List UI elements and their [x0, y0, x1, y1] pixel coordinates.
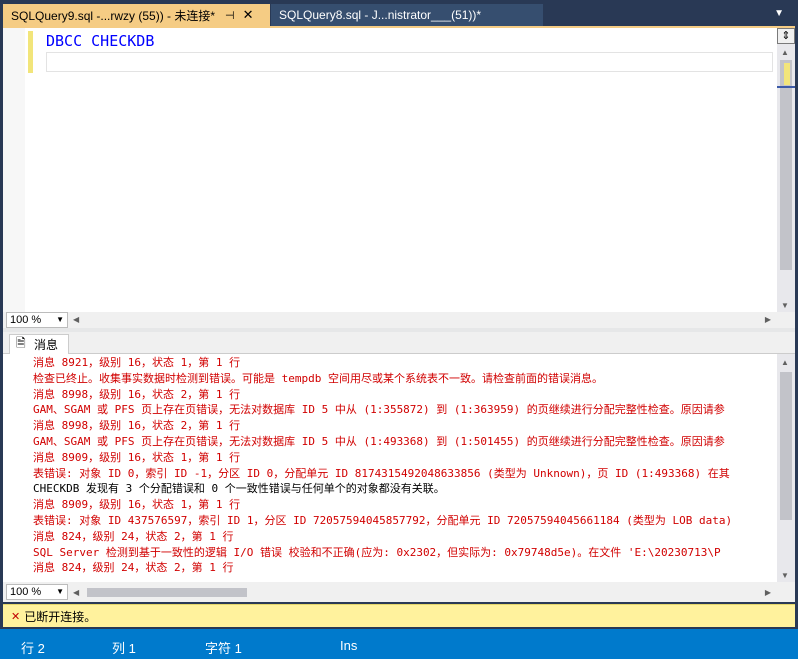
scroll-down-arrow-icon[interactable]: ▼: [781, 301, 789, 310]
pin-icon[interactable]: ⊣: [225, 9, 235, 22]
connection-status-bar: ✕ 已断开连接。: [3, 604, 795, 627]
results-tab-strip: 🗎 消息: [3, 332, 795, 354]
message-line: 消息 8909，级别 16，状态 1，第 1 行: [33, 450, 241, 464]
message-line: GAM、SGAM 或 PFS 页上存在页错误，无法对数据库 ID 5 中从 (1…: [33, 403, 725, 417]
status-column: 列 1: [112, 641, 136, 656]
status-insert-mode: Ins: [340, 638, 358, 653]
message-line: 表错误: 对象 ID 437576597，索引 ID 1，分区 ID 72057…: [33, 513, 733, 527]
split-view-icon[interactable]: ⇕: [777, 28, 795, 44]
connection-status-text: 已断开连接。: [24, 609, 97, 624]
status-line: 行 2: [21, 641, 45, 656]
editor-zoom-select[interactable]: 100 % ▼: [6, 312, 68, 328]
tab-messages-label: 消息: [34, 338, 59, 352]
scroll-left-arrow-icon[interactable]: ◀: [73, 588, 79, 597]
message-line: 消息 8921，级别 16，状态 1，第 1 行: [33, 356, 241, 369]
scroll-change-marker: [784, 63, 790, 85]
scroll-right-arrow-icon[interactable]: ▶: [765, 588, 771, 597]
scroll-right-arrow-icon[interactable]: ▶: [765, 315, 771, 324]
status-char: 字符 1: [205, 641, 242, 656]
tab-messages[interactable]: 🗎 消息: [9, 334, 70, 354]
tab-list-dropdown-icon[interactable]: ▼: [774, 8, 784, 19]
current-line-highlight: [46, 52, 773, 72]
message-line: 消息 8909，级别 16，状态 1，第 1 行: [33, 498, 241, 512]
results-zoom-value: 100 %: [10, 586, 42, 598]
editor-zoom-value: 100 %: [10, 314, 42, 326]
message-line: GAM、SGAM 或 PFS 页上存在页错误，无法对数据库 ID 5 中从 (1…: [33, 434, 725, 448]
message-line: 消息 8998，级别 16，状态 2，第 1 行: [33, 419, 241, 433]
scroll-down-arrow-icon[interactable]: ▼: [781, 571, 789, 580]
scroll-up-arrow-icon[interactable]: ▲: [781, 358, 789, 367]
messages-horizontal-scroll-thumb[interactable]: [87, 588, 247, 597]
disconnected-icon: ✕: [11, 610, 21, 623]
change-tracking-bar: [28, 31, 33, 73]
chevron-down-icon[interactable]: ▼: [56, 585, 64, 599]
editor-footer: 100 % ▼ ◀ ▶: [3, 312, 795, 328]
message-line: 消息 8998，级别 16，状态 2，第 1 行: [33, 387, 241, 401]
scroll-caret-marker: [777, 86, 795, 88]
document-tab-strip: SQLQuery9.sql -...rwzy (55)) - 未连接* ⊣ ✕ …: [0, 0, 798, 28]
message-line: 消息 824，级别 24，状态 2，第 1 行: [33, 561, 234, 575]
results-pane: 🗎 消息 消息 8921，级别 16，状态 1，第 1 行 检查已终止。收集事实…: [3, 332, 795, 602]
scroll-up-arrow-icon[interactable]: ▲: [781, 48, 789, 57]
editor-gutter: [3, 28, 25, 312]
messages-icon: 🗎: [16, 336, 26, 350]
message-line: SQL Server 检测到基于一致性的逻辑 I/O 错误 校验和不正确(应为:…: [33, 545, 721, 559]
messages-list[interactable]: 消息 8921，级别 16，状态 1，第 1 行 检查已终止。收集事实数据时检测…: [3, 354, 777, 582]
status-bar: 行 2 列 1 字符 1 Ins: [0, 629, 798, 659]
tab-sqlquery8-label: SQLQuery8.sql - J...nistrator___(51))*: [279, 8, 482, 22]
message-line: CHECKDB 发现有 3 个分配错误和 0 个一致性错误与任何单个的对象都没有…: [33, 482, 445, 496]
message-line: 消息 824，级别 24，状态 2，第 1 行: [33, 529, 234, 543]
message-line: 表错误: 对象 ID 0，索引 ID -1，分区 ID 0，分配单元 ID 81…: [33, 466, 730, 480]
results-zoom-select[interactable]: 100 % ▼: [6, 584, 68, 600]
tab-sqlquery8[interactable]: SQLQuery8.sql - J...nistrator___(51))*: [271, 4, 543, 26]
scroll-left-arrow-icon[interactable]: ◀: [73, 315, 79, 324]
code-line-1[interactable]: DBCC CHECKDB: [46, 32, 154, 50]
chevron-down-icon[interactable]: ▼: [56, 313, 64, 327]
editor-scroll-thumb[interactable]: [780, 60, 792, 270]
tab-sqlquery9-label: SQLQuery9.sql -...rwzy (55)) - 未连接*: [11, 8, 216, 23]
query-editor[interactable]: DBCC CHECKDB ⇕ ▲ ▼ 100 % ▼ ◀ ▶: [3, 28, 795, 328]
messages-vertical-scrollbar[interactable]: ▲ ▼: [777, 354, 795, 582]
close-icon[interactable]: ✕: [243, 7, 254, 23]
message-line: 检查已终止。收集事实数据时检测到错误。可能是 tempdb 空间用尽或某个系统表…: [33, 371, 603, 385]
results-footer: 100 % ▼ ◀ ▶: [3, 582, 795, 602]
tab-sqlquery9[interactable]: SQLQuery9.sql -...rwzy (55)) - 未连接* ⊣ ✕: [3, 4, 270, 26]
messages-scroll-thumb[interactable]: [780, 372, 792, 520]
